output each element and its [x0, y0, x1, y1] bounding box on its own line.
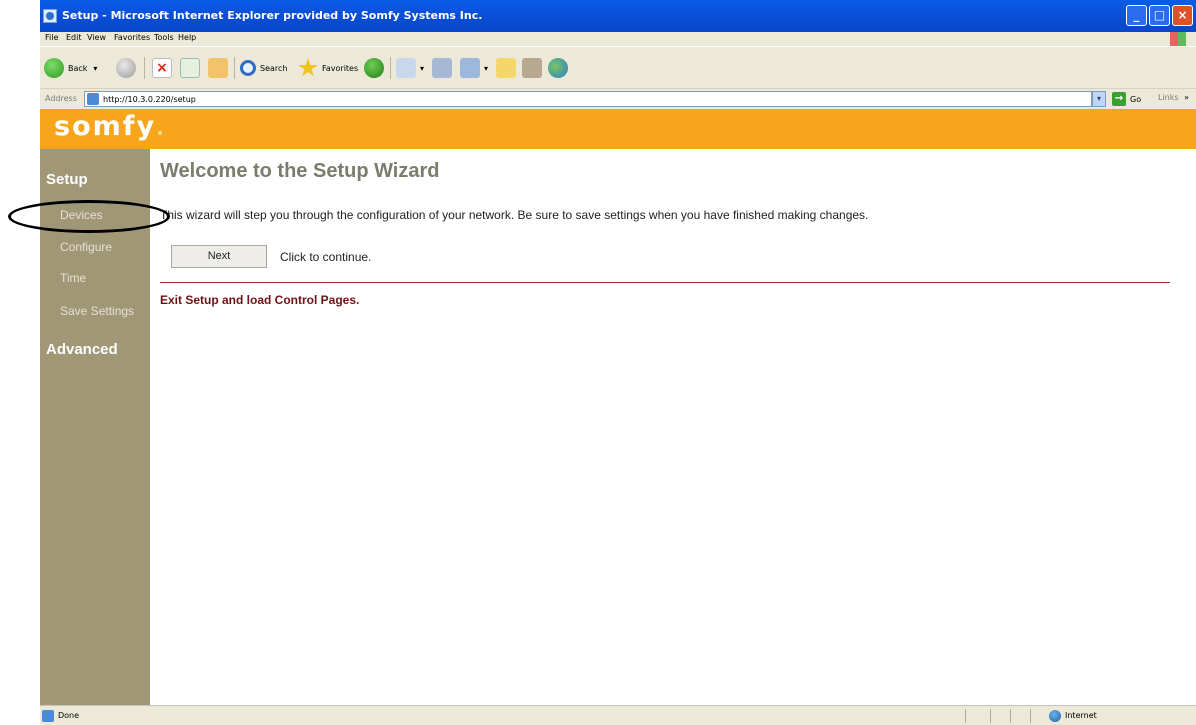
search-button[interactable]: Search: [240, 55, 287, 81]
edit-button[interactable]: ▾: [460, 55, 488, 81]
go-label: Go: [1130, 94, 1142, 104]
somfy-logo: somfy.: [54, 111, 164, 142]
menu-favorites[interactable]: Favorites: [114, 33, 150, 42]
links-chevron-icon: »: [1184, 93, 1190, 102]
address-dropdown-icon[interactable]: ▾: [1092, 91, 1106, 107]
page-status-icon: [42, 710, 54, 722]
browser-window: Setup - Microsoft Internet Explorer prov…: [40, 0, 1196, 725]
stop-icon: [152, 58, 172, 78]
print-button[interactable]: [432, 55, 456, 81]
status-panel-divider: [990, 709, 991, 723]
menu-file[interactable]: File: [45, 33, 58, 42]
toolbar-separator: [234, 57, 235, 79]
sidebar: Setup Devices Configure Time Save Settin…: [40, 149, 150, 705]
divider: [160, 282, 1170, 283]
status-bar: Done Internet: [40, 705, 1196, 725]
sidebar-heading-advanced[interactable]: Advanced: [46, 341, 118, 358]
mail-icon: [396, 58, 416, 78]
favorites-button[interactable]: Favorites: [298, 55, 358, 81]
mail-button[interactable]: ▾: [396, 55, 424, 81]
page-viewport: somfy. Setup Devices Configure Time Save…: [40, 109, 1196, 705]
folder-button[interactable]: [496, 55, 520, 81]
links-button[interactable]: Links »: [1158, 93, 1189, 102]
messenger-button[interactable]: [548, 55, 572, 81]
search-icon: [240, 60, 256, 76]
edit-dropdown-icon[interactable]: ▾: [484, 64, 488, 73]
links-label: Links: [1158, 93, 1179, 102]
research-icon: [522, 58, 542, 78]
sidebar-item-time[interactable]: Time: [60, 271, 86, 285]
security-zone: Internet: [1065, 711, 1097, 720]
research-button[interactable]: [522, 55, 546, 81]
next-hint-text: Click to continue.: [280, 250, 372, 264]
status-panel-divider: [1030, 709, 1031, 723]
refresh-button[interactable]: [180, 55, 204, 81]
page-title: Welcome to the Setup Wizard: [160, 160, 440, 182]
mail-dropdown-icon[interactable]: ▾: [420, 64, 424, 73]
refresh-icon: [180, 58, 200, 78]
stop-button[interactable]: [152, 55, 176, 81]
status-text: Done: [58, 711, 80, 720]
brand-header: somfy.: [40, 109, 1196, 149]
printer-icon: [432, 58, 452, 78]
go-button[interactable]: → Go: [1112, 91, 1141, 107]
toolbar: Back ▾ Search Favorites ▾: [40, 46, 1196, 88]
minimize-button[interactable]: _: [1126, 5, 1147, 26]
toolbar-separator: [144, 57, 145, 79]
sidebar-item-configure[interactable]: Configure: [60, 240, 112, 254]
address-label: Address: [45, 94, 77, 103]
title-bar: Setup - Microsoft Internet Explorer prov…: [40, 0, 1196, 32]
favorites-label: Favorites: [322, 63, 359, 73]
maximize-button[interactable]: □: [1149, 5, 1170, 26]
go-arrow-icon: →: [1112, 92, 1126, 106]
logo-text: somfy: [54, 111, 157, 142]
back-dropdown-icon[interactable]: ▾: [93, 64, 97, 73]
menu-help[interactable]: Help: [178, 33, 196, 42]
close-button[interactable]: ×: [1172, 5, 1193, 26]
ie-icon: [43, 9, 57, 23]
back-arrow-icon: [44, 58, 64, 78]
forward-arrow-icon: [116, 58, 136, 78]
messenger-icon: [548, 58, 568, 78]
window-title: Setup - Microsoft Internet Explorer prov…: [62, 9, 483, 22]
star-icon: [298, 58, 318, 77]
folder-icon: [496, 58, 516, 78]
address-bar: Address http://10.3.0.220/setup ▾ → Go L…: [40, 88, 1196, 108]
back-label: Back: [68, 63, 88, 73]
logo-dot: .: [156, 116, 164, 140]
exit-setup-link[interactable]: Exit Setup and load Control Pages.: [160, 293, 359, 307]
address-input[interactable]: http://10.3.0.220/setup: [84, 91, 1092, 107]
next-button[interactable]: Next: [171, 245, 267, 268]
history-icon: [364, 58, 384, 78]
status-panel-divider: [1010, 709, 1011, 723]
sidebar-item-save-settings[interactable]: Save Settings: [60, 304, 134, 318]
windows-logo-icon: [1170, 32, 1186, 46]
search-label: Search: [260, 63, 288, 73]
address-url: http://10.3.0.220/setup: [103, 95, 196, 104]
home-icon: [208, 58, 228, 78]
page-icon: [87, 93, 99, 105]
home-button[interactable]: [208, 55, 232, 81]
main-content: Welcome to the Setup Wizard This wizard …: [150, 149, 1196, 705]
history-button[interactable]: [364, 55, 388, 81]
sidebar-item-devices[interactable]: Devices: [60, 208, 103, 222]
intro-text: This wizard will step you through the co…: [160, 208, 869, 222]
menu-edit[interactable]: Edit: [66, 33, 82, 42]
internet-globe-icon: [1049, 710, 1061, 722]
sidebar-heading-setup[interactable]: Setup: [46, 171, 88, 188]
forward-button[interactable]: [116, 55, 140, 81]
menu-view[interactable]: View: [87, 33, 106, 42]
edit-page-icon: [460, 58, 480, 78]
toolbar-separator: [390, 57, 391, 79]
back-button[interactable]: Back ▾: [44, 55, 97, 81]
status-panel-divider: [965, 709, 966, 723]
menu-tools[interactable]: Tools: [154, 33, 174, 42]
menu-bar: File Edit View Favorites Tools Help: [40, 32, 1196, 46]
